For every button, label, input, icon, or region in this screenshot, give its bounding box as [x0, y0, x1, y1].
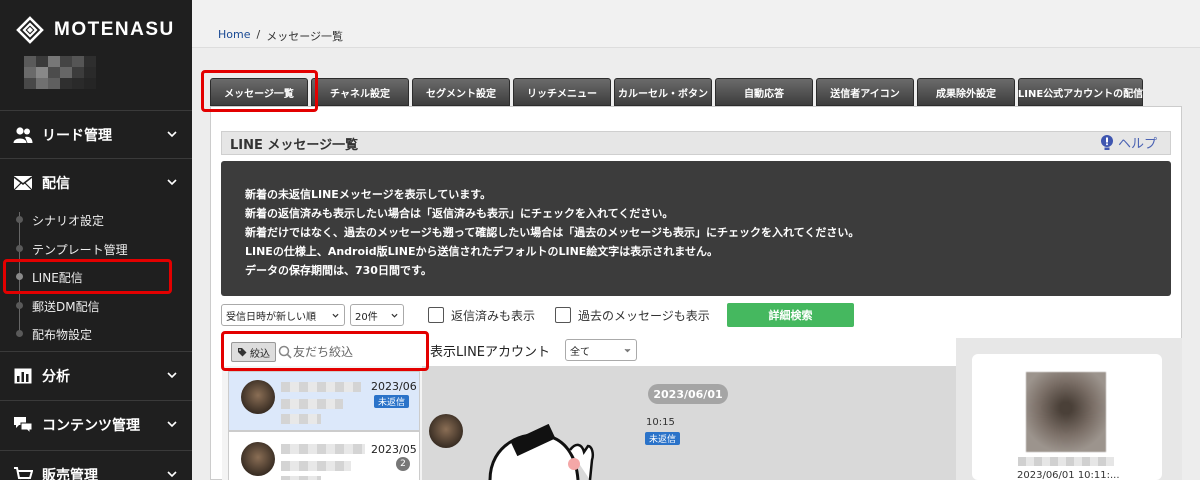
show-replied-checkbox[interactable]: [428, 307, 444, 323]
account-select[interactable]: 全て: [565, 339, 637, 361]
conversation-date: 2023/06: [371, 380, 417, 393]
chevron-down-icon: [391, 313, 398, 318]
tab-rich-menu[interactable]: リッチメニュー: [513, 78, 611, 106]
breadcrumb-home-link[interactable]: Home: [218, 28, 250, 44]
info-notice: 新着の未返信LINEメッセージを表示しています。 新着の返信済みも表示したい場合…: [221, 161, 1171, 296]
sidebar: MOTENASU リード管理 配信 シナリオ設定 テンプレート管理 LINE配信…: [0, 0, 192, 480]
contact-avatar: [241, 380, 275, 414]
breadcrumb: Home / メッセージ一覧: [218, 28, 343, 44]
user-avatar-mosaic: [24, 56, 96, 90]
tag-filter-button[interactable]: 絞込: [231, 342, 276, 362]
sidebar-item-scenario[interactable]: シナリオ設定: [0, 206, 192, 234]
chevron-down-icon: [167, 471, 177, 478]
tab-auto-reply[interactable]: 自動応答: [715, 78, 813, 106]
tab-message-list[interactable]: メッセージ一覧: [210, 78, 308, 106]
unread-count-badge: 2: [396, 457, 410, 471]
chat-bubbles-icon: [12, 414, 34, 436]
conversation-item[interactable]: 2023/05 2: [228, 431, 420, 480]
notice-line: データの保存期間は、730日間です。: [245, 264, 432, 277]
motenasu-logo-icon: [16, 16, 44, 44]
brand-name: MOTENASU: [54, 19, 175, 40]
blurred-message-preview: [281, 414, 321, 424]
chat-date-separator: 2023/06/01: [648, 384, 728, 404]
bar-chart-icon: [12, 365, 34, 387]
profile-date: 2023/06/01 10:11:...: [1017, 470, 1120, 480]
tab-official-account-delivery[interactable]: LINE公式アカウントの配信: [1018, 78, 1143, 106]
tab-channel-settings[interactable]: チャネル設定: [311, 78, 409, 106]
brand-logo[interactable]: MOTENASU: [16, 16, 175, 44]
sidebar-item-line-delivery[interactable]: LINE配信: [0, 263, 192, 291]
show-past-checkbox[interactable]: [555, 307, 571, 323]
sidebar-section-analytics[interactable]: 分析: [0, 351, 192, 399]
profile-photo: [1026, 372, 1106, 452]
show-past-label: 過去のメッセージも表示: [578, 309, 710, 323]
help-label: ヘルプ: [1118, 137, 1158, 152]
unreplied-badge: 未返信: [374, 395, 410, 408]
chevron-down-icon: [332, 313, 339, 318]
tab-sender-icon[interactable]: 送信者アイコン: [816, 78, 914, 106]
conversation-date: 2023/05: [371, 443, 417, 456]
sidebar-section-sales[interactable]: 販売管理: [0, 450, 192, 480]
detail-search-button[interactable]: 詳細検索: [727, 303, 854, 327]
tab-segment-settings[interactable]: セグメント設定: [412, 78, 510, 106]
friend-filter-input[interactable]: [277, 341, 417, 363]
help-link[interactable]: ヘルプ: [1100, 133, 1157, 152]
chat-sender-avatar: [429, 414, 463, 448]
breadcrumb-separator: /: [256, 28, 261, 41]
notice-line: 新着だけではなく、過去のメッセージも遡って確認したい場合は「過去のメッセージも表…: [245, 226, 860, 239]
count-select[interactable]: 20件: [350, 304, 404, 326]
sidebar-item-postal-dm[interactable]: 郵送DM配信: [0, 292, 192, 320]
envelope-icon: [12, 172, 34, 194]
page-title: LINE メッセージ一覧: [230, 138, 359, 153]
notice-line: LINEの仕様上、Android版LINEから送信されたデフォルトのLINE絵文…: [245, 245, 718, 258]
show-replied-label: 返信済みも表示: [451, 309, 536, 323]
notice-line: 新着の未返信LINEメッセージを表示しています。: [245, 188, 492, 201]
blurred-contact-name: [281, 444, 365, 454]
sidebar-section-delivery[interactable]: 配信: [0, 158, 192, 206]
sidebar-item-template[interactable]: テンプレート管理: [0, 235, 192, 263]
chevron-down-icon: [624, 348, 631, 353]
users-icon: [12, 124, 34, 146]
sidebar-item-distribution[interactable]: 配布物設定: [0, 320, 192, 348]
conversation-item[interactable]: 2023/06 未返信: [228, 371, 420, 431]
sidebar-section-content[interactable]: コンテンツ管理: [0, 400, 192, 448]
blurred-message-preview: [281, 476, 321, 480]
info-bulb-icon: [1101, 134, 1113, 150]
account-label: 表示LINEアカウント: [430, 345, 551, 360]
blurred-profile-name: [1018, 457, 1114, 466]
tab-bar: メッセージ一覧 チャネル設定 セグメント設定 リッチメニュー カルーセル・ボタン…: [210, 78, 1143, 106]
tab-exclusion-settings[interactable]: 成果除外設定: [917, 78, 1015, 106]
top-bar: [192, 0, 1200, 48]
blurred-message-preview: [281, 461, 351, 471]
stamp-sticker-image: [488, 424, 595, 480]
chat-unreplied-badge: 未返信: [645, 432, 681, 445]
sidebar-section-lead[interactable]: リード管理: [0, 110, 192, 158]
tab-carousel-button[interactable]: カルーセル・ボタン: [614, 78, 712, 106]
blurred-contact-name: [281, 382, 361, 392]
blurred-message-preview: [281, 399, 343, 409]
chevron-down-icon: [167, 421, 177, 428]
contact-avatar: [241, 442, 275, 476]
panel-header: [221, 131, 1171, 155]
breadcrumb-current: メッセージ一覧: [266, 30, 343, 43]
sort-select[interactable]: 受信日時が新しい順: [221, 304, 345, 326]
cart-icon: [12, 464, 34, 480]
chat-message-time: 10:15: [646, 417, 675, 428]
tag-icon: [238, 348, 247, 357]
chevron-down-icon: [167, 372, 177, 379]
chevron-down-icon: [167, 179, 177, 186]
notice-line: 新着の返信済みも表示したい場合は「返信済みも表示」にチェックを入れてください。: [245, 207, 674, 220]
chevron-down-icon: [167, 131, 177, 138]
